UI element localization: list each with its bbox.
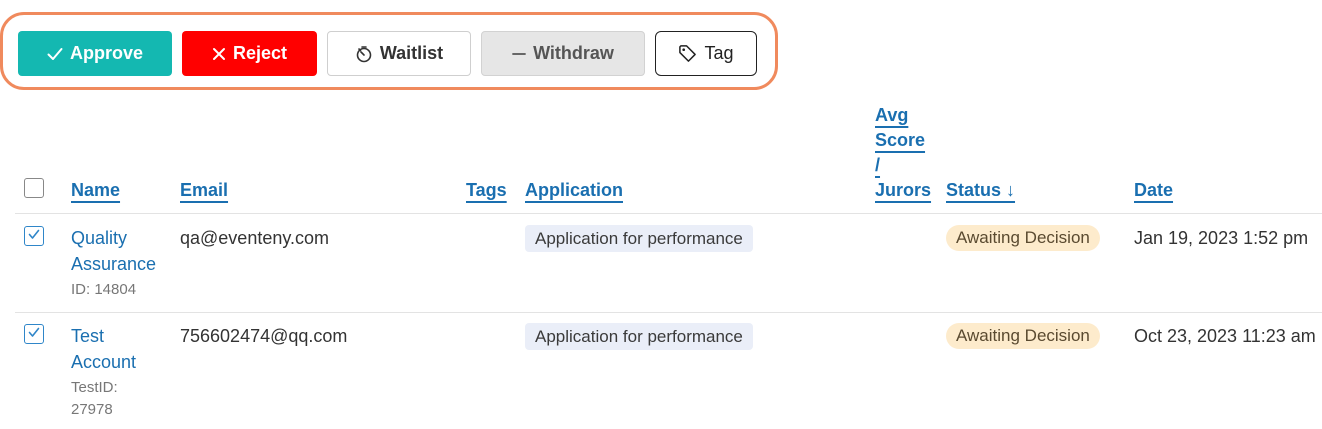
select-all-checkbox[interactable]: [24, 178, 44, 198]
name-line: Assurance: [71, 254, 157, 274]
column-header-email[interactable]: Email: [180, 178, 228, 202]
status-badge: Awaiting Decision: [946, 323, 1100, 349]
column-header-application[interactable]: Application: [525, 178, 623, 202]
reject-button[interactable]: Reject: [182, 31, 317, 76]
avg-score-header-line: Avg: [875, 105, 909, 125]
column-header-name[interactable]: Name: [71, 178, 120, 202]
avg-score-header-line: Score: [875, 130, 926, 150]
row-divider: [15, 312, 1322, 313]
reject-label: Reject: [232, 43, 288, 63]
page: Approve Reject Waitlist Withdraw Tag Nam…: [0, 0, 1322, 429]
avg-score-header-line: /: [875, 155, 881, 175]
check-icon: [28, 227, 40, 245]
approve-button[interactable]: Approve: [18, 31, 172, 76]
waitlist-button[interactable]: Waitlist: [327, 31, 471, 76]
tag-icon: [678, 44, 697, 63]
column-header-status[interactable]: Status ↓: [946, 178, 1015, 202]
column-header-tags[interactable]: Tags: [466, 178, 507, 202]
approve-label: Approve: [69, 43, 143, 63]
status-badge: Awaiting Decision: [946, 225, 1100, 251]
applicant-id: TestID: 27978: [71, 377, 118, 421]
check-icon: [28, 325, 40, 343]
close-icon: [212, 47, 226, 61]
name-line: Quality: [71, 228, 128, 248]
column-header-date[interactable]: Date: [1134, 178, 1173, 202]
id-line: TestID:: [71, 379, 118, 396]
name-line: Test: [71, 326, 105, 346]
applicant-name-link[interactable]: Test Account: [71, 323, 136, 375]
column-header-avg-score-jurors[interactable]: Avg Score / Jurors: [875, 103, 931, 203]
header-divider: [15, 213, 1322, 214]
id-line: 27978: [71, 401, 113, 418]
applicant-id: ID: 14804: [71, 281, 137, 298]
check-icon: [47, 47, 63, 61]
application-badge: Application for performance: [525, 225, 753, 252]
withdraw-label: Withdraw: [533, 43, 614, 63]
bulk-action-toolbar: Approve Reject Waitlist Withdraw Tag: [0, 12, 778, 90]
name-line: Account: [71, 352, 137, 372]
applicant-email: 756602474@qq.com: [180, 326, 348, 346]
row-checkbox[interactable]: [24, 324, 44, 344]
tag-label: Tag: [704, 43, 734, 63]
row-checkbox[interactable]: [24, 226, 44, 246]
tag-button[interactable]: Tag: [655, 31, 757, 76]
application-badge: Application for performance: [525, 323, 753, 350]
waitlist-label: Waitlist: [379, 43, 444, 63]
applicant-name-link[interactable]: Quality Assurance: [71, 225, 156, 277]
submission-date: Jan 19, 2023 1:52 pm: [1134, 228, 1309, 248]
withdraw-button[interactable]: Withdraw: [481, 31, 645, 76]
timer-icon: [355, 45, 373, 63]
minus-icon: [512, 47, 526, 61]
avg-score-header-line: Jurors: [875, 180, 932, 200]
submission-date: Oct 23, 2023 11:23 am: [1134, 326, 1316, 346]
applicant-email: qa@eventeny.com: [180, 228, 330, 248]
